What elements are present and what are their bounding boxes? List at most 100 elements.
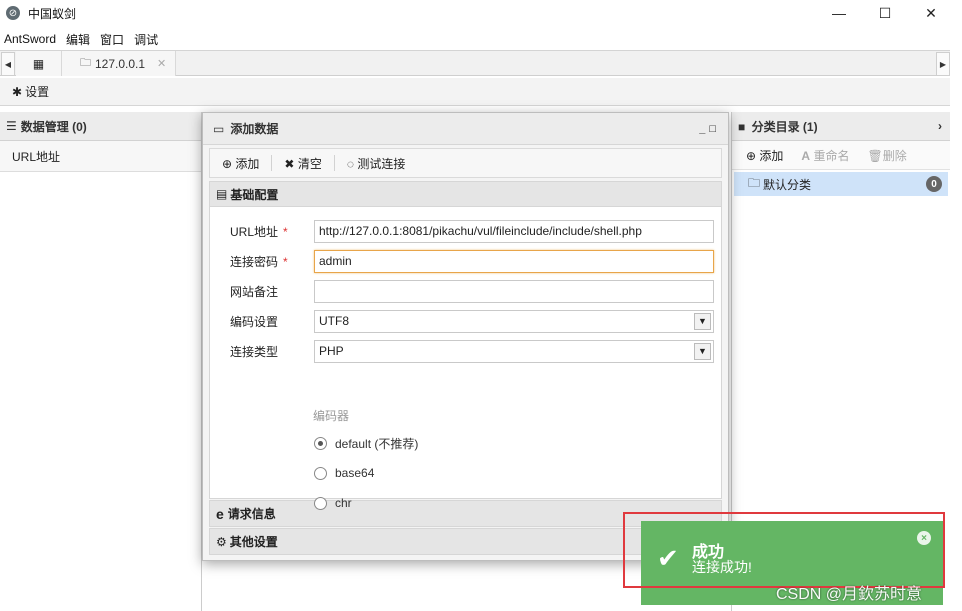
add-category-button[interactable]: ⊕ 添加 [746, 147, 783, 164]
folder-icon: 🗀 [80, 57, 91, 69]
encoding-label: 编码设置 [230, 314, 279, 329]
add-label: 添加 [235, 156, 260, 171]
category-title: 分类目录 (1) [751, 119, 818, 134]
tab-scroll-left-icon[interactable]: ◀ [1, 52, 15, 76]
toolbar-divider [333, 155, 335, 171]
note-row: 网站备注 [230, 278, 720, 304]
radio-selected-icon[interactable] [314, 436, 327, 450]
test-connection-button[interactable]: ◌ 测试连接 [347, 155, 406, 172]
maximize-button[interactable]: ☐ [862, 0, 908, 26]
add-category-label: 添加 [759, 148, 784, 163]
radio-icon[interactable] [314, 466, 327, 480]
category-header: ■ 分类目录 (1) › [732, 112, 950, 141]
url-label-wrap: URL地址 * [230, 223, 314, 240]
tab-scroll-right-icon[interactable]: ▶ [936, 52, 950, 76]
spinner-icon: ◌ [346, 156, 354, 171]
encoder-option-base64[interactable]: base64 [314, 464, 374, 482]
clear-label: 清空 [297, 156, 322, 171]
chevron-down-icon: ▼ [694, 312, 711, 330]
required-mark: * [283, 224, 288, 239]
column-header-url[interactable]: URL地址 [0, 141, 201, 172]
url-input[interactable] [314, 219, 714, 243]
encoding-select[interactable]: UTF8 ▼ [314, 309, 714, 333]
settings-bar: ✱ 设置 [0, 78, 950, 106]
menu-window[interactable]: 窗口 [96, 31, 130, 48]
window-icon: ▭ [213, 121, 225, 136]
password-label: 连接密码 [230, 254, 279, 269]
dialog-header: ▭ 添加数据 _□ [203, 113, 728, 145]
ie-icon: e [216, 505, 224, 522]
encoding-value: UTF8 [319, 314, 349, 328]
tab-host-label: 127.0.0.1 [95, 56, 146, 71]
data-management-header: ☰ 数据管理 (0) [0, 112, 201, 141]
add-data-dialog: ▭ 添加数据 _□ ⊕ 添加 ✖ 清空 ◌ 测试连接 ▤ 基础配置 URL地址 *… [202, 112, 729, 561]
menu-bar: AntSword 编辑 窗口 调试 [0, 29, 962, 49]
folder-icon: 🗀 [748, 175, 761, 190]
data-management-title: 数据管理 (0) [20, 119, 87, 134]
delete-category-button[interactable]: 🗑删除 [867, 147, 906, 164]
tab-close-icon[interactable]: ✕ [157, 57, 166, 70]
connection-type-select[interactable]: PHP ▼ [314, 339, 714, 363]
radio-icon[interactable] [314, 496, 327, 510]
list-icon: ☰ [6, 119, 17, 133]
password-label-wrap: 连接密码 * [230, 253, 314, 270]
add-button[interactable]: ⊕ 添加 [222, 155, 259, 172]
delete-category-label: 删除 [882, 148, 907, 163]
category-item-default[interactable]: 🗀 默认分类 0 [734, 172, 948, 196]
basic-config-form: URL地址 * 连接密码 * 网站备注 编码设置 UTF8 ▼ 连接类型 PHP ▼… [209, 207, 722, 510]
section-request-title: 请求信息 [227, 507, 276, 521]
rename-category-button[interactable]: A 重命名 [801, 147, 849, 164]
password-row: 连接密码 * [230, 248, 720, 274]
dialog-maximize-icon[interactable]: □ [709, 123, 720, 135]
dialog-title: 添加数据 [230, 122, 279, 136]
section-basic-title: 基础配置 [230, 187, 279, 202]
dialog-minimize-icon[interactable]: _ [699, 123, 709, 135]
password-input[interactable] [314, 249, 714, 273]
category-item-label: 默认分类 [763, 177, 812, 192]
note-input[interactable] [314, 279, 714, 303]
url-label: URL地址 [230, 224, 279, 239]
plus-circle-icon: ⊕ [746, 148, 757, 163]
tab-home[interactable]: ▦ [16, 51, 62, 76]
gear-icon: ✱ [12, 84, 23, 99]
tab-bar: ◀ ▦ 🗀 127.0.0.1 ✕ ▶ [0, 50, 950, 76]
x-icon: ✖ [284, 156, 295, 171]
font-icon: A [801, 148, 811, 163]
grid-icon: ▦ [32, 56, 45, 71]
highlight-box [623, 512, 945, 588]
encoding-row: 编码设置 UTF8 ▼ [230, 308, 720, 334]
type-label: 连接类型 [230, 344, 279, 359]
test-connection-label: 测试连接 [357, 156, 406, 171]
chevron-right-icon[interactable]: › [938, 119, 942, 133]
rename-category-label: 重命名 [813, 148, 850, 163]
encoder-default-label: default (不推荐) [335, 436, 419, 451]
antsword-logo-icon: ⊘ [6, 6, 20, 20]
menu-debug[interactable]: 调试 [130, 31, 164, 48]
document-icon: ▤ [216, 187, 228, 201]
encoder-option-chr[interactable]: chr [314, 494, 352, 512]
menu-edit[interactable]: 编辑 [62, 31, 96, 48]
clear-button[interactable]: ✖ 清空 [284, 155, 321, 172]
connection-type-value: PHP [319, 344, 344, 358]
close-button[interactable]: ✕ [908, 0, 954, 26]
menu-antsword[interactable]: AntSword [0, 32, 62, 46]
note-label: 网站备注 [230, 284, 279, 299]
encoder-base64-label: base64 [335, 466, 375, 480]
plus-circle-icon: ⊕ [222, 156, 233, 171]
settings-button[interactable]: 设置 [25, 83, 49, 100]
required-mark: * [283, 254, 288, 269]
title-bar: ⊘ 中国蚁剑 — ☐ ✕ [0, 0, 962, 26]
minimize-button[interactable]: — [816, 0, 862, 26]
data-management-panel: ☰ 数据管理 (0) URL地址 [0, 112, 202, 611]
url-row: URL地址 * [230, 218, 720, 244]
section-basic-config[interactable]: ▤ 基础配置 [209, 181, 722, 207]
category-toolbar: ⊕ 添加 A 重命名 🗑删除 [732, 141, 950, 170]
tab-host[interactable]: 🗀 127.0.0.1 ✕ [62, 51, 176, 76]
window-title: 中国蚁剑 [28, 6, 77, 21]
watermark: CSDN @月欽苏时意 [776, 586, 923, 603]
encoder-option-default[interactable]: default (不推荐) [314, 434, 418, 452]
type-row: 连接类型 PHP ▼ [230, 338, 720, 364]
section-other-title: 其他设置 [229, 535, 278, 549]
trash-icon: 🗑 [867, 148, 883, 163]
dialog-toolbar: ⊕ 添加 ✖ 清空 ◌ 测试连接 [209, 148, 722, 178]
